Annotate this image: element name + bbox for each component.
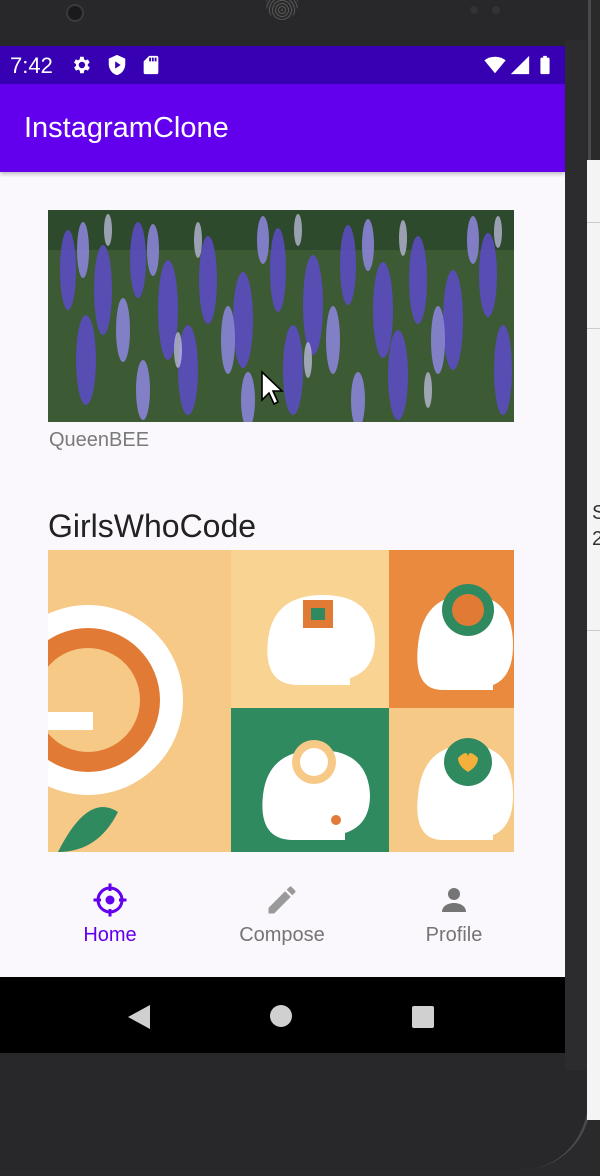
- nav-item-compose[interactable]: Compose: [188, 852, 376, 976]
- bottom-navigation: Home Compose Profile: [0, 852, 565, 976]
- gear-icon: [74, 56, 90, 74]
- sensor: [492, 6, 500, 14]
- system-navigation-bar: [0, 977, 565, 1053]
- wifi-icon: [484, 56, 506, 74]
- battery-icon: [540, 55, 550, 75]
- mouse-cursor-icon: [261, 370, 284, 406]
- app-title: InstagramClone: [24, 112, 229, 144]
- post-title: GirlsWhoCode: [48, 508, 257, 544]
- nav-item-home[interactable]: Home: [16, 852, 204, 976]
- front-camera: [66, 4, 84, 22]
- sd-card-icon: [143, 55, 159, 75]
- shield-icon: [108, 54, 126, 76]
- back-triangle-icon[interactable]: [126, 1003, 152, 1031]
- person-icon: [442, 888, 466, 912]
- nav-label-home: Home: [83, 924, 137, 946]
- background-window-text: S2: [592, 502, 600, 550]
- nav-item-profile[interactable]: Profile: [360, 852, 548, 976]
- phone-screen: 7:42 InstagramClone QueenBEE GirlsWhoCod…: [0, 46, 565, 1053]
- status-time: 7:42: [10, 53, 53, 78]
- status-bar: 7:42: [0, 46, 565, 84]
- compass-icon: [93, 883, 127, 917]
- signal-icon: [510, 55, 530, 75]
- home-circle-icon[interactable]: [269, 1004, 293, 1028]
- background-window: S2: [587, 160, 600, 1120]
- app-bar: InstagramClone: [0, 84, 565, 172]
- sensor: [470, 6, 478, 14]
- nav-label-profile: Profile: [425, 924, 483, 946]
- recents-square-icon[interactable]: [411, 1005, 435, 1029]
- post-image-wellness-illustration[interactable]: [48, 550, 514, 852]
- device-bezel: [565, 40, 587, 1070]
- pencil-icon: [268, 886, 296, 914]
- post-description: QueenBEE: [49, 429, 150, 451]
- nav-label-compose: Compose: [239, 924, 325, 946]
- post-feed[interactable]: QueenBEE GirlsWhoCode: [0, 172, 565, 872]
